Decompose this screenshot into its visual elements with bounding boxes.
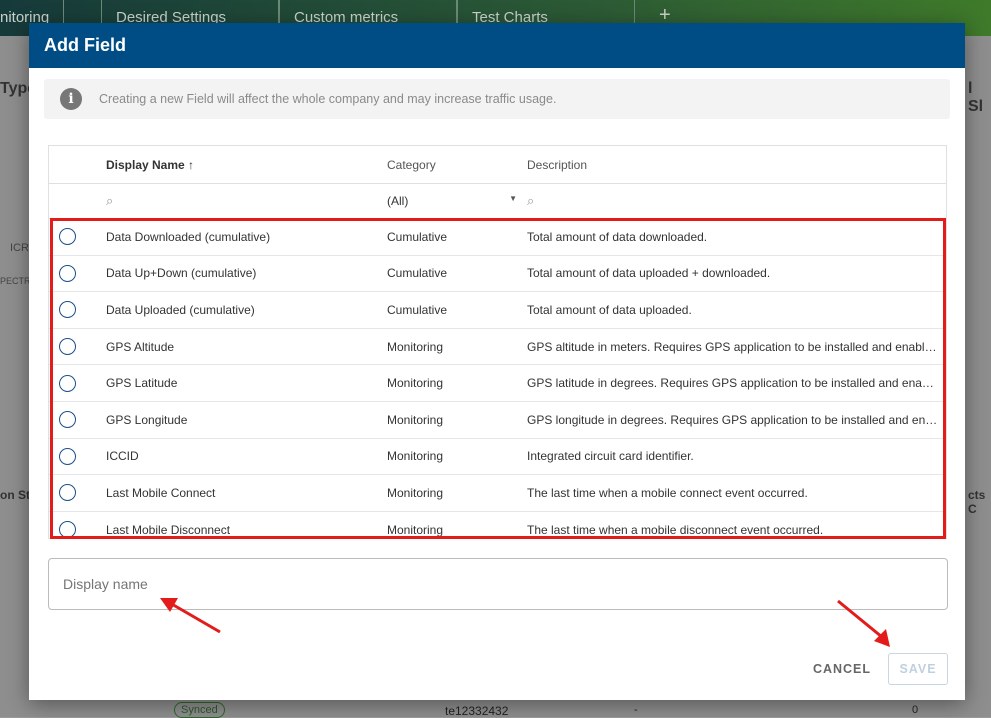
fields-grid: Display Name ↑ Category Description ⌕ (A… [48, 145, 947, 539]
grid-header: Display Name ↑ Category Description [49, 146, 946, 184]
row-radio[interactable] [59, 411, 76, 429]
row-display-name: GPS Altitude [106, 339, 175, 354]
column-header-display-name[interactable]: Display Name ↑ [106, 158, 387, 172]
row-radio[interactable] [59, 301, 76, 319]
table-row[interactable]: GPS Altitude Monitoring GPS altitude in … [49, 329, 946, 366]
row-category: Monitoring [387, 412, 444, 427]
row-description: GPS longitude in degrees. Requires GPS a… [527, 412, 946, 427]
sort-asc-icon: ↑ [188, 157, 195, 172]
add-field-dialog: Add Field i Creating a new Field will af… [29, 23, 965, 700]
info-banner: i Creating a new Field will affect the w… [44, 79, 950, 119]
row-display-name: Data Downloaded (cumulative) [106, 229, 271, 244]
row-description: Total amount of data uploaded. [527, 302, 692, 317]
row-radio[interactable] [59, 447, 76, 465]
row-radio[interactable] [59, 264, 76, 282]
table-row[interactable]: Last Mobile Disconnect Monitoring The la… [49, 512, 946, 538]
bg-right-title: l Sl [968, 80, 984, 115]
table-row[interactable]: Data Downloaded (cumulative) Cumulative … [49, 219, 946, 256]
row-category: Monitoring [387, 339, 444, 354]
row-radio[interactable] [59, 228, 76, 246]
info-text: Creating a new Field will affect the who… [99, 92, 557, 106]
row-display-name: Data Up+Down (cumulative) [106, 266, 257, 281]
row-category: Monitoring [387, 376, 444, 391]
row-category: Cumulative [387, 266, 448, 281]
category-filter-select[interactable]: (All) ▼ [387, 194, 527, 208]
table-row[interactable]: Data Up+Down (cumulative) Cumulative Tot… [49, 256, 946, 293]
bg-col-right: cts C [968, 488, 986, 516]
row-display-name: Last Mobile Disconnect [106, 522, 231, 537]
column-header-description[interactable]: Description [527, 158, 946, 172]
row-category: Cumulative [387, 302, 448, 317]
row-category: Cumulative [387, 229, 448, 244]
row-display-name: GPS Longitude [106, 412, 188, 427]
bg-cell-dash: - [634, 704, 638, 716]
synced-badge: Synced [174, 702, 225, 718]
bg-cell-id: te12332432 [445, 704, 509, 718]
row-description: Integrated circuit card identifier. [527, 449, 694, 464]
name-filter-search-icon[interactable]: ⌕ [106, 193, 387, 209]
row-display-name: GPS Latitude [106, 376, 178, 391]
table-row[interactable]: GPS Longitude Monitoring GPS longitude i… [49, 402, 946, 439]
filter-row: ⌕ (All) ▼ ⌕ [49, 184, 946, 219]
display-name-input[interactable] [48, 558, 948, 610]
row-radio[interactable] [59, 521, 76, 538]
row-category: Monitoring [387, 522, 444, 537]
row-radio[interactable] [59, 484, 76, 502]
row-description: Total amount of data uploaded + download… [527, 266, 771, 281]
table-row[interactable]: ICCID Monitoring Integrated circuit card… [49, 439, 946, 476]
info-icon: i [60, 88, 82, 110]
bg-cell-zero: 0 [912, 704, 919, 716]
description-filter-search-icon[interactable]: ⌕ [527, 193, 946, 209]
row-radio[interactable] [59, 374, 76, 392]
bg-small-1: ICR [10, 242, 29, 254]
row-radio[interactable] [59, 338, 76, 356]
cancel-button[interactable]: CANCEL [811, 653, 873, 685]
table-row[interactable]: GPS Latitude Monitoring GPS latitude in … [49, 365, 946, 402]
row-display-name: Data Uploaded (cumulative) [106, 302, 255, 317]
row-category: Monitoring [387, 449, 444, 464]
row-description: GPS latitude in degrees. Requires GPS ap… [527, 376, 946, 391]
bg-small-2: PECTR [0, 276, 31, 286]
row-description: GPS altitude in meters. Requires GPS app… [527, 339, 942, 354]
table-row[interactable]: Data Uploaded (cumulative) Cumulative To… [49, 292, 946, 329]
row-description: The last time when a mobile disconnect e… [527, 522, 824, 537]
column-header-category[interactable]: Category [387, 158, 527, 172]
dialog-title: Add Field [29, 23, 965, 68]
dropdown-arrow-icon: ▼ [509, 194, 517, 203]
bg-col-left: on St [0, 488, 30, 502]
row-display-name: ICCID [106, 449, 139, 464]
row-description: Total amount of data downloaded. [527, 229, 708, 244]
save-button[interactable]: SAVE [888, 653, 948, 685]
row-display-name: Last Mobile Connect [106, 485, 216, 500]
table-row[interactable]: Last Mobile Connect Monitoring The last … [49, 475, 946, 512]
row-description: The last time when a mobile connect even… [527, 485, 808, 500]
row-category: Monitoring [387, 485, 444, 500]
